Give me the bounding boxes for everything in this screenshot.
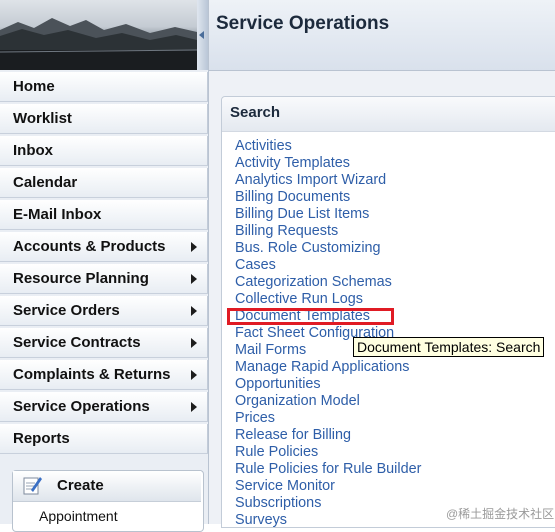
search-link-rule-policies-for-rule-builder[interactable]: Rule Policies for Rule Builder [235,461,421,478]
search-panel-header: Search [222,97,555,132]
search-panel-title: Search [230,104,281,121]
search-link-release-for-billing[interactable]: Release for Billing [235,427,421,444]
nav-item-resource-planning[interactable]: Resource Planning [0,264,208,294]
nav-item-label: E-Mail Inbox [13,206,102,223]
mountain-lake-image [0,18,197,70]
nav-item-label: Service Orders [13,302,120,319]
nav-item-service-contracts[interactable]: Service Contracts [0,328,208,358]
nav-item-label: Service Operations [13,398,150,415]
nav-item-accounts-products[interactable]: Accounts & Products [0,232,208,262]
create-panel-header[interactable]: Create [13,471,201,502]
nav-item-inbox[interactable]: Inbox [0,136,208,166]
search-link-categorization-schemas[interactable]: Categorization Schemas [235,274,421,291]
header-banner-image [0,0,197,70]
search-link-billing-documents[interactable]: Billing Documents [235,189,421,206]
nav-item-label: Service Contracts [13,334,141,351]
nav-item-e-mail-inbox[interactable]: E-Mail Inbox [0,200,208,230]
search-link-subscriptions[interactable]: Subscriptions [235,495,421,512]
create-panel-title: Create [57,477,104,494]
chevron-right-icon [191,274,197,284]
work-area: Search Activities Activity Templates Analy… [209,71,555,528]
nav-item-complaints-returns[interactable]: Complaints & Returns [0,360,208,390]
tooltip: Document Templates: Search [353,337,545,357]
page-title: Service Operations [216,13,390,34]
nav-item-label: Calendar [13,174,78,191]
search-link-collective-run-logs[interactable]: Collective Run Logs [235,291,421,308]
nav-item-label: Complaints & Returns [13,366,171,383]
nav-item-reports[interactable]: Reports [0,424,208,454]
search-link-manage-rapid-applications[interactable]: Manage Rapid Applications [235,359,421,376]
search-link-service-monitor[interactable]: Service Monitor [235,478,421,495]
search-link-cases[interactable]: Cases [235,257,421,274]
nav-item-service-orders[interactable]: Service Orders [0,296,208,326]
search-link-surveys[interactable]: Surveys [235,512,421,529]
search-link-analytics-import-wizard[interactable]: Analytics Import Wizard [235,172,421,189]
nav-item-label: Worklist [13,110,72,127]
search-link-billing-due-list-items[interactable]: Billing Due List Items [235,206,421,223]
page-header: Service Operations [209,0,555,71]
nav-item-label: Inbox [13,142,53,159]
navigation-sidebar: Home Worklist Inbox Calendar E-Mail Inbox Acc… [0,0,209,532]
chevron-right-icon [191,306,197,316]
search-link-activity-templates[interactable]: Activity Templates [235,155,421,172]
chevron-right-icon [191,402,197,412]
search-link-list: Activities Activity Templates Analytics Im… [235,138,421,529]
nav-item-home[interactable]: Home [0,72,208,102]
nav-item-label: Reports [13,430,70,447]
collapse-sidebar-button[interactable] [197,0,208,70]
search-link-activities[interactable]: Activities [235,138,421,155]
search-link-prices[interactable]: Prices [235,410,421,427]
search-link-bus-role-customizing[interactable]: Bus. Role Customizing [235,240,421,257]
nav-item-worklist[interactable]: Worklist [0,104,208,134]
nav-item-label: Home [13,78,55,95]
chevron-left-icon [199,31,204,39]
chevron-right-icon [191,338,197,348]
watermark: @稀土掘金技术社区 [446,507,555,521]
nav-item-label: Resource Planning [13,270,149,287]
highlight-box [227,308,394,325]
nav-item-calendar[interactable]: Calendar [0,168,208,198]
search-link-opportunities[interactable]: Opportunities [235,376,421,393]
chevron-right-icon [191,242,197,252]
pencil-icon [23,477,42,495]
create-appointment-link[interactable]: Appointment [39,508,118,524]
nav-item-label: Accounts & Products [13,238,166,255]
navigation-menu: Home Worklist Inbox Calendar E-Mail Inbox Acc… [0,72,208,456]
nav-item-service-operations[interactable]: Service Operations [0,392,208,422]
search-link-billing-requests[interactable]: Billing Requests [235,223,421,240]
chevron-right-icon [191,370,197,380]
create-panel: Create Appointment [12,470,204,532]
search-link-rule-policies[interactable]: Rule Policies [235,444,421,461]
search-link-organization-model[interactable]: Organization Model [235,393,421,410]
